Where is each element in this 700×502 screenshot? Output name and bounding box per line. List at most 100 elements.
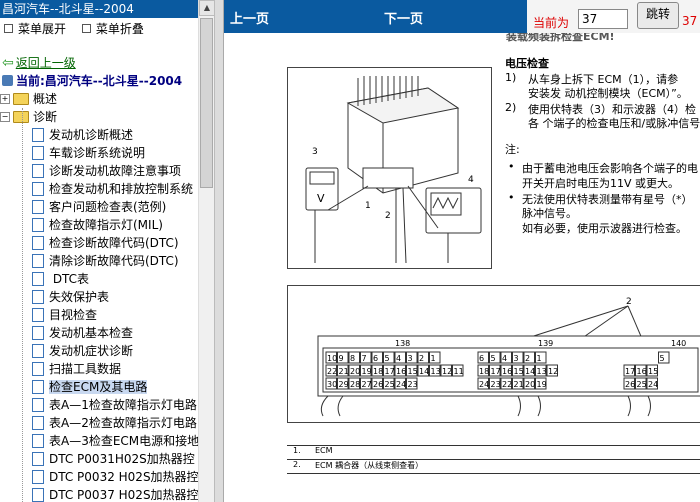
connector-pin-number: 18 xyxy=(373,367,383,376)
page-icon xyxy=(32,127,44,142)
toc-item[interactable]: 表A—1检查故障指示灯电路 xyxy=(32,396,197,414)
collapse-minus-icon[interactable]: − xyxy=(0,111,10,122)
connector-pin-number: 4 xyxy=(396,354,401,363)
page-icon xyxy=(32,145,44,160)
page-icon xyxy=(32,325,44,340)
connector-pin-number: 5 xyxy=(385,354,390,363)
connector-pin-number: 27 xyxy=(362,380,372,389)
connector-pin-number: 16 xyxy=(502,367,512,376)
connector-pin-number: 25 xyxy=(385,380,395,389)
page-icon xyxy=(32,487,44,502)
connector-pin-number: 25 xyxy=(637,380,647,389)
toc-item[interactable]: 检查发动机和排放控制系统 xyxy=(32,180,193,198)
toc-item[interactable]: 目视检查 xyxy=(32,306,97,324)
toc-item[interactable]: 客户问题检查表(范例) xyxy=(32,198,166,216)
connector-pin-number: 21 xyxy=(514,380,524,389)
toc-item-label: 检查诊断故障代码(DTC) xyxy=(49,236,179,250)
note2-line2: 脉冲信号。 xyxy=(522,207,577,220)
toc-item[interactable]: 表A—2检查故障指示灯电路 xyxy=(32,414,197,432)
toc-item[interactable]: 诊断发动机故障注意事项 xyxy=(32,162,181,180)
toc-item-label: 失效保护表 xyxy=(49,290,110,304)
page-jump-box: 当前为 跳转 37 / xyxy=(527,0,700,33)
toc-item[interactable]: 发动机诊断概述 xyxy=(32,126,133,144)
toc-item[interactable]: 检查故障指示灯(MIL) xyxy=(32,216,163,234)
connector-pin-number: 16 xyxy=(396,367,406,376)
connector-pin-number: 15 xyxy=(514,367,524,376)
connector-pin-number: 22 xyxy=(502,380,512,389)
ecm-coupler-diagram: 2 138 139 140 10 9 8 7 6 5 4 3 2 122 21 20 19 18 17 16 1… xyxy=(317,297,700,417)
toc-item[interactable]: 失效保护表 xyxy=(32,288,109,306)
connector-pin-number: 17 xyxy=(625,367,635,376)
toc-item-label: 表A—3检查ECM电源和接地 xyxy=(49,434,198,448)
toc-item[interactable]: 发动机症状诊断 xyxy=(32,342,133,360)
scroll-up-arrow-icon[interactable]: ▲ xyxy=(199,0,215,16)
toc-item-label: 发动机诊断概述 xyxy=(49,128,134,142)
expand-menu-button[interactable]: 菜单展开 xyxy=(2,22,66,36)
connector-139-label: 139 xyxy=(538,339,553,348)
toc-item[interactable]: DTC P0031H02S加热器控 xyxy=(32,450,195,468)
tree-node-diagnosis[interactable]: − 诊断 xyxy=(0,108,57,126)
connector-pin-number: 9 xyxy=(339,354,344,363)
page-icon xyxy=(32,469,44,484)
page-icon xyxy=(32,343,44,358)
back-link[interactable]: ⇦ 返回上一级 xyxy=(2,54,76,71)
page-icon xyxy=(32,361,44,376)
toc-item-label: 表A—2检查故障指示灯电路 xyxy=(49,416,197,430)
section-title: 电压检查 xyxy=(505,57,549,70)
scroll-thumb[interactable] xyxy=(200,18,213,188)
connector-pin-number: 13 xyxy=(431,367,441,376)
connector-pin-number: 5 xyxy=(660,354,665,363)
expand-plus-icon[interactable]: + xyxy=(0,93,10,104)
page-total: 37 / xyxy=(682,14,700,28)
collapse-menu-button[interactable]: 菜单折叠 xyxy=(80,22,144,36)
current-page-label: 当前为 xyxy=(533,16,570,30)
toc-item[interactable]: 检查诊断故障代码(DTC) xyxy=(32,234,179,252)
connector-pin-number: 19 xyxy=(537,380,547,389)
prev-page-link[interactable]: 上一页 xyxy=(230,8,269,27)
toc-item[interactable]: 扫描工具数据 xyxy=(32,360,121,378)
toc-scrollbar[interactable]: ▲ xyxy=(198,0,215,502)
document-page: 装载频装拆检查ECM! V 3 1 2 4 电压检查 1) 从车身上拆下 ECM… xyxy=(224,33,700,502)
svg-text:V: V xyxy=(317,192,325,205)
tree-node-overview[interactable]: + 概述 xyxy=(0,90,57,108)
ecm-test-diagram: V 3 1 2 4 xyxy=(305,76,482,264)
toc-item[interactable]: DTC P0032 H02S加热器控 xyxy=(32,468,198,486)
connector-pin-number: 30 xyxy=(327,380,337,389)
page-icon xyxy=(32,199,44,214)
toc-item-label: 检查故障指示灯(MIL) xyxy=(49,218,163,232)
toc-item[interactable]: 表A—3检查ECM电源和接地 xyxy=(32,432,198,450)
next-page-link[interactable]: 下一页 xyxy=(384,8,423,27)
toc-item-label: 诊断发动机故障注意事项 xyxy=(49,164,182,178)
connector-pin-number: 10 xyxy=(327,354,337,363)
toc-item[interactable]: 检查ECM及其电路 xyxy=(32,378,148,396)
connector-pin-number: 24 xyxy=(648,380,658,389)
legend-row: 2. ECM 耦合器（从线束侧查看） xyxy=(287,460,700,474)
connector-pin-number: 17 xyxy=(385,367,395,376)
computer-icon xyxy=(2,75,13,86)
connector-pin-number: 22 xyxy=(327,367,337,376)
bullet: • xyxy=(508,160,515,173)
toc-item[interactable]: DTC P0037 H02S加热器控 xyxy=(32,486,198,502)
connector-pin-number: 18 xyxy=(479,367,489,376)
page-icon xyxy=(32,217,44,232)
toc-item[interactable]: 发动机基本检查 xyxy=(32,324,133,342)
toc-item[interactable]: DTC表 xyxy=(32,270,89,288)
tree-guide-line xyxy=(22,108,24,502)
toc-item[interactable]: 车载诊断系统说明 xyxy=(32,144,145,162)
connector-pin-number: 11 xyxy=(454,367,464,376)
connector-pin-number: 8 xyxy=(350,354,355,363)
connector-pin-number: 19 xyxy=(362,367,372,376)
pane-divider[interactable] xyxy=(214,0,224,502)
jump-button[interactable]: 跳转 xyxy=(637,2,679,29)
toc-item-label: 检查ECM及其电路 xyxy=(49,380,148,394)
connector-pin-number: 20 xyxy=(525,380,535,389)
connector-pin-number: 3 xyxy=(408,354,413,363)
connector-pin-number: 6 xyxy=(479,354,484,363)
page-icon xyxy=(32,253,44,268)
page-number-input[interactable] xyxy=(578,9,628,29)
toc-toolbar: 菜单展开 菜单折叠 xyxy=(0,18,198,40)
collapse-icon xyxy=(81,24,91,33)
toc-item[interactable]: 清除诊断故障代码(DTC) xyxy=(32,252,179,270)
connector-pin-number: 16 xyxy=(637,367,647,376)
page-icon xyxy=(32,307,44,322)
